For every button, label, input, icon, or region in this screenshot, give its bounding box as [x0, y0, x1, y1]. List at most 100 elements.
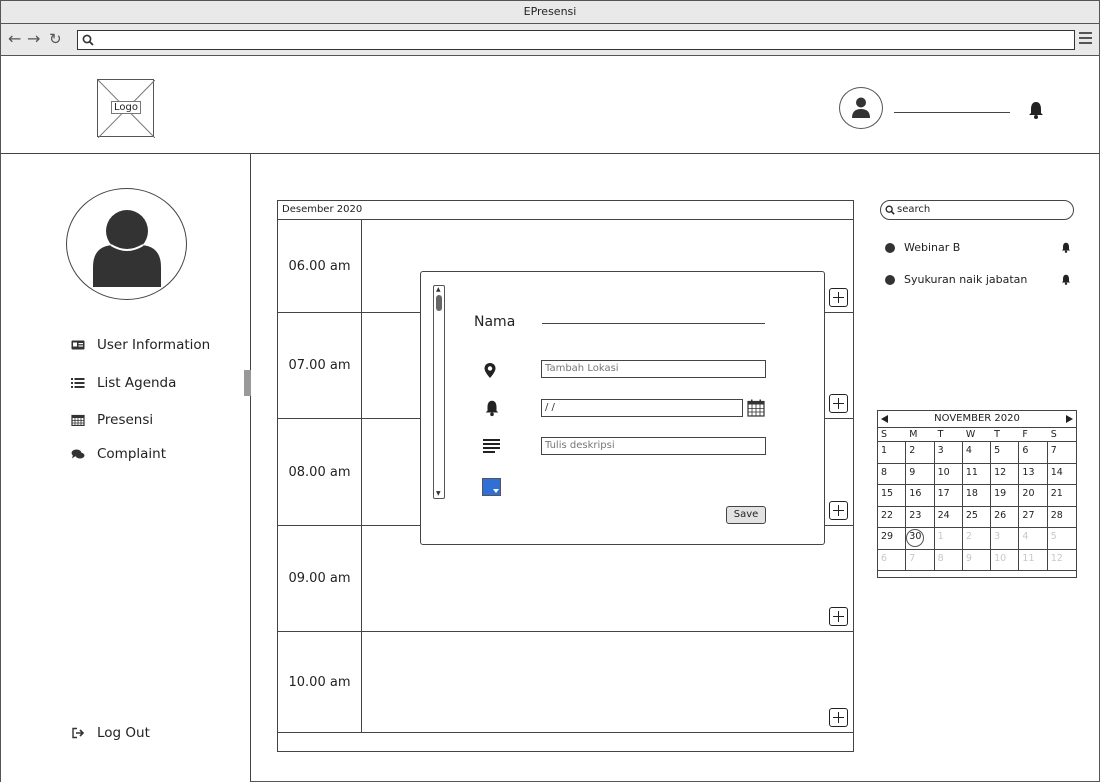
bell-icon[interactable] [1060, 241, 1072, 254]
color-picker[interactable] [482, 478, 501, 496]
hamburger-menu-icon[interactable] [1079, 32, 1092, 45]
calendar-day[interactable]: 10 [934, 463, 963, 485]
calendar-day[interactable]: 4 [1019, 528, 1048, 550]
calendar-day[interactable]: 6 [878, 549, 907, 571]
sidebar-item-complaint[interactable]: Complaint [71, 446, 166, 462]
event-item[interactable]: Syukuran naik jabatan [885, 273, 1072, 286]
id-card-icon [71, 340, 85, 350]
name-input[interactable] [542, 323, 765, 324]
calendar-day[interactable]: 14 [1047, 464, 1076, 485]
calendar-day[interactable]: 11 [1019, 549, 1048, 571]
calendar-day[interactable]: 26 [991, 506, 1020, 528]
date-input[interactable]: / / [541, 399, 743, 417]
description-input[interactable]: Tulis deskripsi [541, 437, 766, 455]
calendar-day[interactable]: 27 [1019, 506, 1048, 528]
time-label: 10.00 am [278, 632, 362, 732]
calendar-day[interactable]: 12 [1047, 550, 1076, 571]
calendar-day[interactable]: 8 [878, 463, 907, 485]
next-month-icon[interactable] [1066, 415, 1073, 423]
url-input[interactable] [77, 30, 1075, 50]
calendar-day[interactable]: 1 [934, 528, 963, 550]
calendar-day[interactable]: 22 [878, 506, 907, 528]
forward-arrow-icon[interactable]: → [27, 31, 40, 47]
calendar-day[interactable]: 5 [991, 442, 1020, 464]
calendar-day[interactable]: 21 [1047, 485, 1076, 507]
profile-avatar[interactable] [66, 188, 187, 300]
calendar-day[interactable]: 15 [878, 485, 907, 507]
time-slot[interactable]: 10.00 am [278, 632, 853, 733]
header-avatar[interactable] [839, 87, 883, 129]
sidebar-item-list-agenda[interactable]: List Agenda [71, 375, 176, 391]
calendar-day[interactable]: 4 [962, 442, 992, 464]
calendar-day[interactable]: 28 [1047, 507, 1076, 528]
add-event-icon[interactable] [829, 501, 848, 520]
search-icon [885, 205, 895, 215]
calendar-grid: 1 2 3 4 5 6 7 8 9 10 11 12 13 14 15 16 17 18 19 20 21 22 23 24 2… [878, 442, 1076, 571]
calendar-day[interactable]: 7 [1047, 442, 1076, 464]
user-icon [852, 97, 870, 118]
dialog-scrollbar[interactable]: ▲ ▼ [433, 285, 445, 499]
time-label: 07.00 am [278, 313, 362, 418]
app-header: Logo [0, 56, 1100, 154]
bell-icon[interactable] [1060, 273, 1072, 286]
time-label: 06.00 am [278, 220, 362, 312]
sidebar-item-user-information[interactable]: User Information [71, 337, 210, 353]
calendar-day[interactable]: 24 [934, 506, 963, 528]
agenda-month-label: Desember 2020 [278, 201, 853, 220]
sidebar-scroll-handle[interactable] [244, 370, 251, 396]
calendar-day[interactable]: 17 [934, 485, 963, 507]
event-title: Syukuran naik jabatan [904, 273, 1028, 286]
calendar-day[interactable]: 12 [991, 463, 1020, 485]
calendar-day[interactable]: 29 [878, 528, 907, 550]
date-picker-icon[interactable] [747, 399, 765, 417]
sidebar-item-label: Complaint [97, 446, 167, 462]
scroll-down-icon[interactable]: ▼ [436, 491, 441, 497]
calendar-day[interactable]: 25 [962, 506, 992, 528]
calendar-day[interactable]: 9 [906, 463, 935, 485]
calendar-month-label: NOVEMBER 2020 [934, 413, 1020, 424]
calendar-day[interactable]: 8 [934, 549, 963, 571]
event-item[interactable]: Webinar B [885, 241, 1072, 254]
weekday-label: S [1050, 429, 1057, 440]
time-label: 09.00 am [278, 526, 362, 631]
logout-button[interactable]: Log Out [71, 725, 150, 741]
scroll-thumb[interactable] [436, 295, 442, 311]
back-arrow-icon[interactable]: ← [8, 31, 21, 47]
calendar-day[interactable]: 3 [934, 442, 963, 464]
event-dot-icon [885, 274, 895, 285]
calendar-day[interactable]: 1 [878, 442, 907, 464]
calendar-header: NOVEMBER 2020 [878, 411, 1076, 428]
calendar-day[interactable]: 9 [962, 549, 992, 571]
calendar-day[interactable]: 16 [906, 485, 935, 507]
logout-icon [72, 727, 85, 739]
calendar-day[interactable]: 5 [1047, 528, 1076, 550]
calendar-day[interactable]: 6 [1019, 442, 1048, 464]
calendar-day[interactable]: 3 [991, 528, 1020, 550]
notification-bell-icon[interactable] [1026, 100, 1046, 120]
calendar-day[interactable]: 13 [1019, 463, 1048, 485]
calendar-day[interactable]: 19 [991, 485, 1020, 507]
location-input[interactable]: Tambah Lokasi [541, 360, 766, 378]
add-event-icon[interactable] [829, 607, 848, 626]
scroll-up-icon[interactable]: ▲ [436, 287, 441, 293]
add-event-icon[interactable] [829, 288, 848, 307]
add-event-icon[interactable] [829, 394, 848, 413]
calendar-day[interactable]: 18 [962, 485, 992, 507]
sidebar-item-presensi[interactable]: Presensi [71, 412, 153, 428]
calendar-day[interactable]: 10 [991, 549, 1020, 571]
logout-label: Log Out [97, 725, 150, 741]
search-input[interactable]: search [880, 200, 1074, 220]
save-button[interactable]: Save [726, 506, 766, 524]
add-event-icon[interactable] [829, 708, 848, 727]
prev-month-icon[interactable] [881, 415, 888, 423]
logo[interactable]: Logo [97, 79, 155, 138]
calendar-day[interactable]: 11 [962, 463, 992, 485]
reload-icon[interactable]: ↻ [49, 31, 62, 47]
calendar-day[interactable]: 2 [962, 528, 992, 550]
calendar-day[interactable]: 30 [906, 528, 935, 550]
calendar-day[interactable]: 7 [906, 549, 935, 571]
calendar-day[interactable]: 20 [1019, 485, 1048, 507]
calendar-day[interactable]: 23 [906, 506, 935, 528]
calendar-day[interactable]: 2 [906, 442, 935, 464]
event-title: Webinar B [904, 241, 961, 254]
